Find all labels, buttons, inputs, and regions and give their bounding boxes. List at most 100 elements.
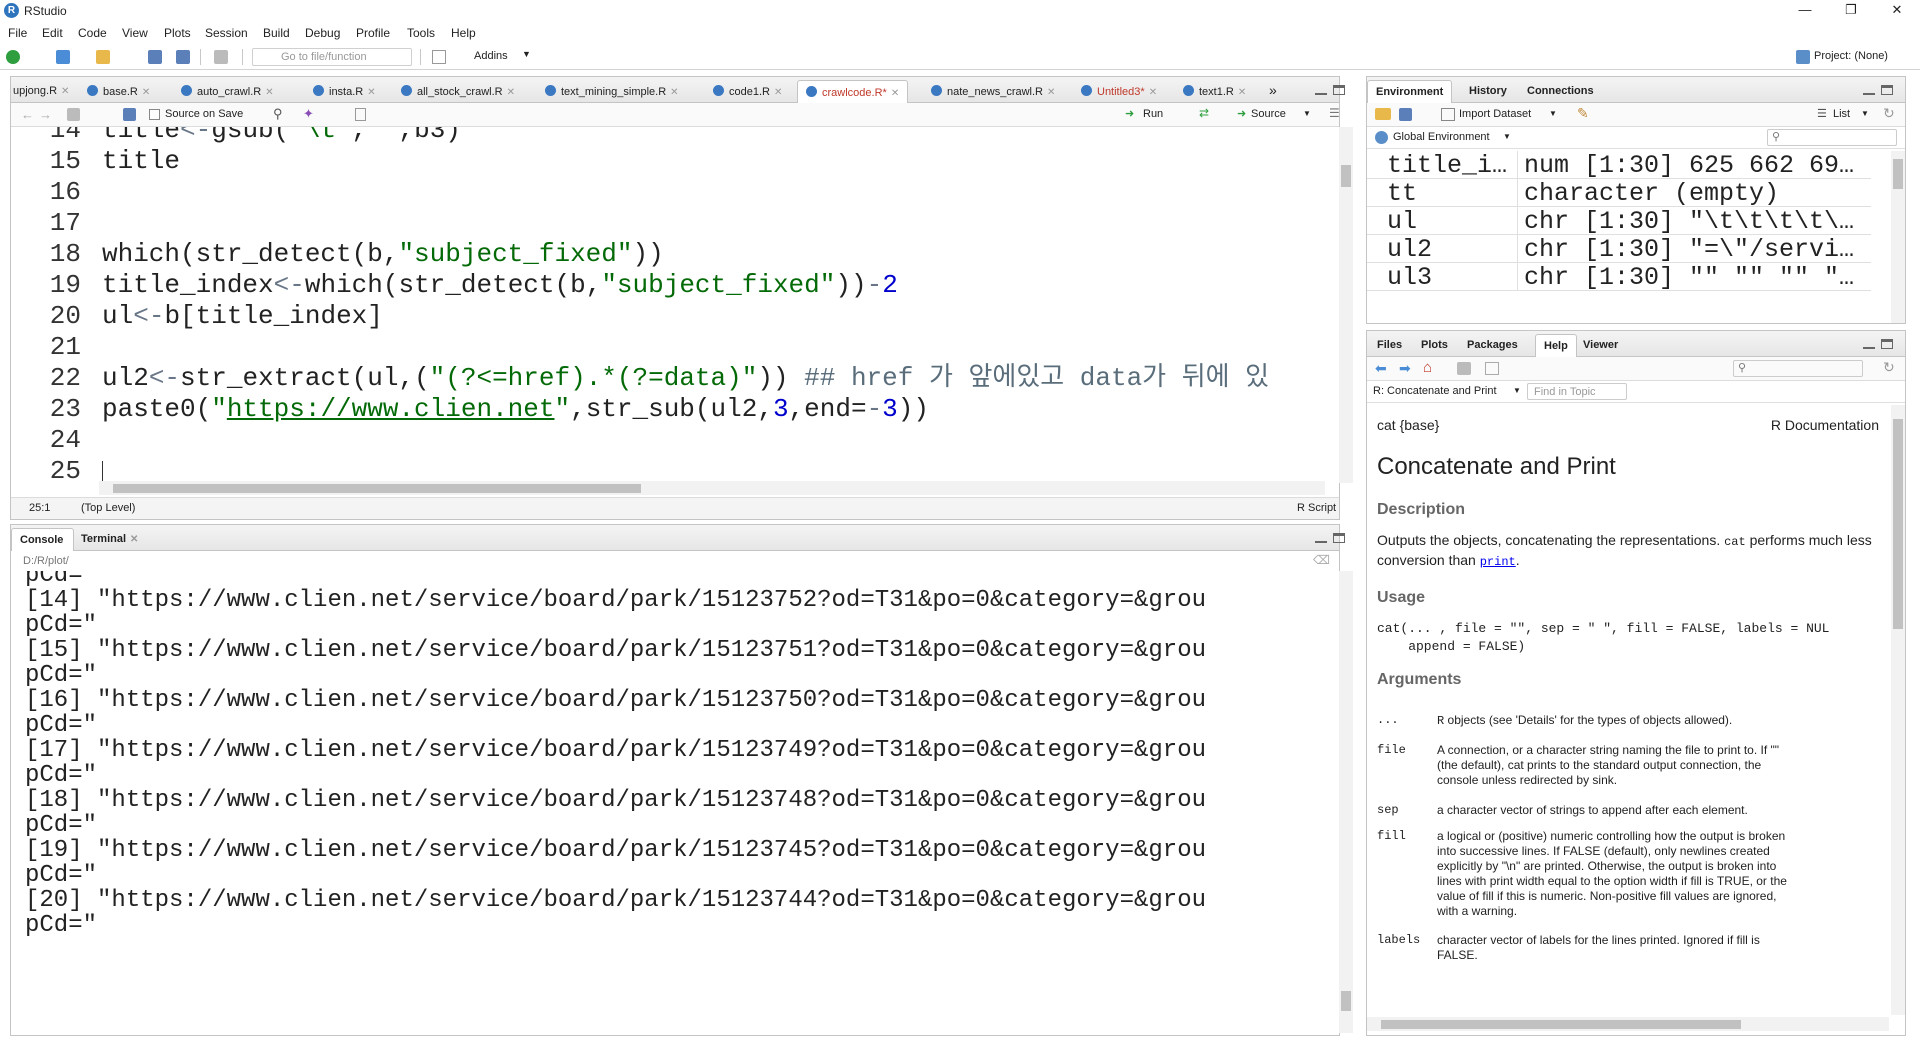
menu-code[interactable]: Code	[78, 26, 107, 40]
editor-vertical-scrollbar[interactable]	[1339, 127, 1353, 483]
minimize-pane-icon[interactable]	[1315, 85, 1327, 95]
scroll-thumb[interactable]	[113, 484, 641, 493]
new-file-icon[interactable]	[6, 50, 20, 64]
help-search-input[interactable]: ⚲	[1733, 360, 1863, 377]
menu-tools[interactable]: Tools	[407, 26, 435, 40]
menu-view[interactable]: View	[122, 26, 148, 40]
tab-nate-news-crawl[interactable]: nate_news_crawl.R ✕	[931, 80, 1055, 103]
run-button[interactable]: Run	[1143, 108, 1163, 120]
back-arrow-icon[interactable]: ⬅	[1375, 360, 1387, 377]
environment-scrollbar[interactable]	[1891, 151, 1905, 323]
save-workspace-icon[interactable]	[1399, 108, 1412, 121]
compile-report-icon[interactable]	[355, 108, 366, 121]
env-row[interactable]: title_i… num [1:30] 625 662 69…	[1367, 151, 1871, 179]
tab-code1[interactable]: code1.R ✕	[713, 80, 782, 103]
open-file-icon[interactable]	[96, 50, 110, 64]
scroll-thumb[interactable]	[1893, 159, 1903, 189]
scroll-thumb[interactable]	[1341, 991, 1351, 1011]
tab-help[interactable]: Help	[1535, 334, 1577, 357]
tab-files[interactable]: Files	[1377, 334, 1402, 357]
tab-environment[interactable]: Environment	[1367, 80, 1453, 103]
close-tab-icon[interactable]: ✕	[367, 87, 375, 98]
addins-menu[interactable]: Addins	[474, 50, 508, 62]
tab-viewer[interactable]: Viewer	[1583, 334, 1618, 357]
show-in-window-icon[interactable]	[1485, 362, 1499, 375]
tab-text1[interactable]: text1.R ✕	[1183, 80, 1246, 103]
maximize-pane-icon[interactable]	[1333, 85, 1345, 95]
forward-arrow-icon[interactable]: →	[39, 107, 52, 122]
env-row[interactable]: tt character (empty)	[1367, 179, 1871, 207]
search-icon[interactable]: ⚲	[273, 106, 283, 122]
close-button[interactable]: ✕	[1874, 0, 1920, 22]
tab-auto-crawl[interactable]: auto_crawl.R ✕	[181, 80, 274, 103]
close-tab-icon[interactable]: ✕	[1047, 87, 1055, 98]
maximize-pane-icon[interactable]	[1881, 339, 1893, 349]
save-icon[interactable]	[148, 50, 162, 64]
close-tab-icon[interactable]: ✕	[1238, 87, 1246, 98]
tab-insta[interactable]: insta.R ✕	[313, 80, 376, 103]
env-row[interactable]: ul3 chr [1:30] "" "" "" "…	[1367, 263, 1871, 291]
tab-text-mining-simple[interactable]: text_mining_simple.R ✕	[545, 80, 679, 103]
close-tab-icon[interactable]: ✕	[670, 87, 678, 98]
close-tab-icon[interactable]: ✕	[61, 86, 69, 97]
minimize-pane-icon[interactable]	[1315, 533, 1327, 543]
minimize-pane-icon[interactable]	[1863, 339, 1875, 349]
import-dataset-button[interactable]: Import Dataset	[1459, 108, 1531, 120]
topic-chevron-icon[interactable]: ▼	[1513, 386, 1521, 395]
print-icon[interactable]	[214, 50, 228, 64]
tab-history[interactable]: History	[1469, 80, 1507, 103]
tab-base[interactable]: base.R ✕	[87, 80, 150, 103]
scroll-thumb[interactable]	[1381, 1020, 1741, 1029]
env-row[interactable]: ul2 chr [1:30] "=\"/servi…	[1367, 235, 1871, 263]
close-tab-icon[interactable]: ✕	[891, 88, 899, 99]
environment-search-input[interactable]: ⚲	[1767, 129, 1897, 146]
console-output[interactable]: pCd=" [14] "https://www.clien.net/servic…	[11, 571, 1327, 1033]
help-vertical-scrollbar[interactable]	[1891, 405, 1905, 1015]
editor-horizontal-scrollbar[interactable]	[99, 481, 1325, 495]
tab-connections[interactable]: Connections	[1527, 80, 1594, 103]
close-tab-icon[interactable]: ✕	[265, 87, 273, 98]
code-editor[interactable]: 14 title<-gsub("\t","",b3) 15 title 16 17 …	[11, 127, 1327, 483]
console-vertical-scrollbar[interactable]	[1339, 571, 1353, 1033]
menu-debug[interactable]: Debug	[305, 26, 340, 40]
source-on-save-checkbox[interactable]	[149, 109, 160, 120]
magic-wand-icon[interactable]: ✦	[303, 106, 314, 122]
refresh-icon[interactable]: ↻	[1883, 105, 1895, 122]
help-horizontal-scrollbar[interactable]	[1367, 1017, 1889, 1031]
menu-session[interactable]: Session	[205, 26, 248, 40]
broom-icon[interactable]: ✎	[1577, 105, 1589, 122]
find-in-topic-input[interactable]: Find in Topic	[1527, 383, 1627, 400]
topic-selector[interactable]: R: Concatenate and Print	[1373, 385, 1497, 397]
grid-layout-icon[interactable]	[432, 50, 446, 64]
new-project-icon[interactable]	[56, 50, 70, 64]
tab-plots[interactable]: Plots	[1421, 334, 1448, 357]
view-mode-chevron-icon[interactable]: ▼	[1861, 109, 1869, 118]
close-tab-icon[interactable]: ✕	[774, 87, 782, 98]
source-button[interactable]: Source	[1251, 108, 1286, 120]
tab-upjong[interactable]: upjong.R ✕	[13, 80, 69, 103]
show-in-window-icon[interactable]	[67, 108, 80, 121]
menu-plots[interactable]: Plots	[164, 26, 191, 40]
menu-help[interactable]: Help	[451, 26, 476, 40]
maximize-button[interactable]: ❐	[1828, 0, 1874, 22]
project-menu[interactable]: Project: (None)	[1814, 50, 1888, 62]
tab-untitled3[interactable]: Untitled3* ✕	[1081, 80, 1157, 103]
menu-file[interactable]: File	[8, 26, 27, 40]
menu-build[interactable]: Build	[263, 26, 290, 40]
tab-all-stock-crawl[interactable]: all_stock_crawl.R ✕	[401, 80, 515, 103]
view-mode-selector[interactable]: List	[1833, 108, 1850, 120]
maximize-pane-icon[interactable]	[1333, 533, 1345, 543]
close-tab-icon[interactable]: ✕	[507, 87, 515, 98]
close-tab-icon[interactable]: ✕	[130, 534, 138, 545]
more-tabs-icon[interactable]: »	[1269, 80, 1277, 103]
forward-arrow-icon[interactable]: ➡	[1399, 360, 1411, 377]
import-chevron-icon[interactable]: ▼	[1549, 109, 1557, 118]
print-icon[interactable]	[1457, 362, 1471, 375]
menu-profile[interactable]: Profile	[356, 26, 390, 40]
scroll-thumb[interactable]	[1341, 165, 1351, 187]
close-tab-icon[interactable]: ✕	[142, 87, 150, 98]
refresh-icon[interactable]: ↻	[1883, 359, 1895, 376]
scroll-thumb[interactable]	[1893, 419, 1903, 629]
minimize-pane-icon[interactable]	[1863, 85, 1875, 95]
tab-console[interactable]: Console	[11, 528, 75, 551]
